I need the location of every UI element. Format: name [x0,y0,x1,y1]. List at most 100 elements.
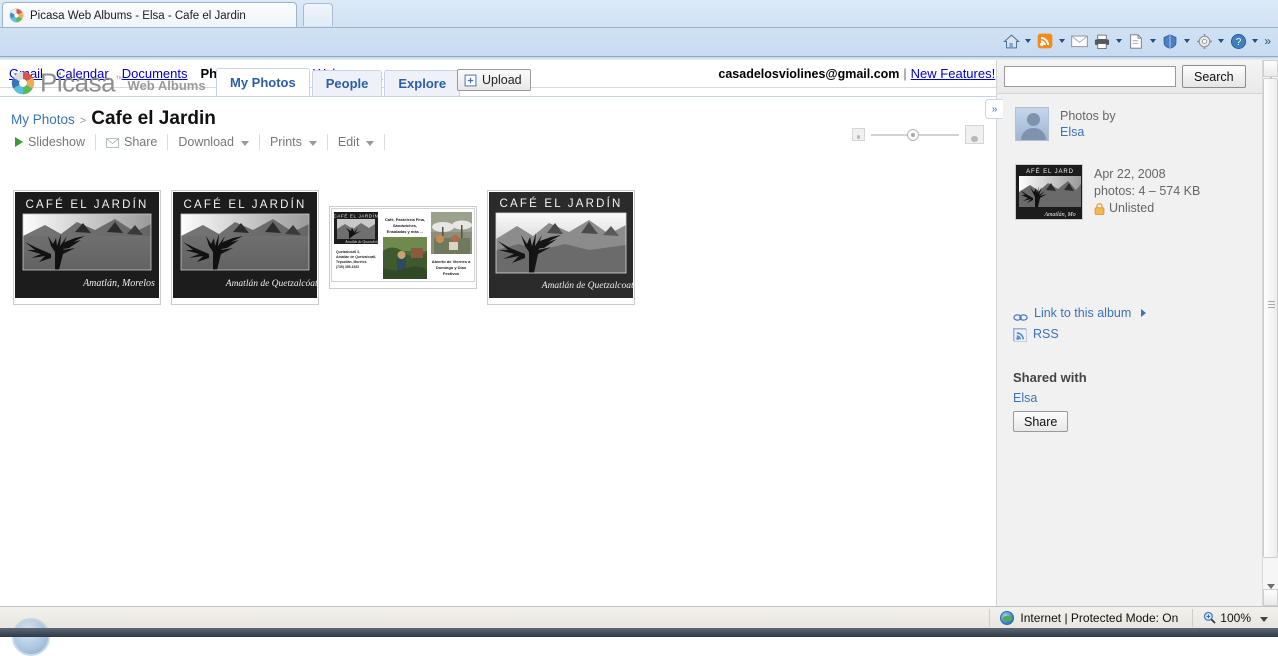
search-area: Search [997,60,1263,94]
sidebar-collapse-button[interactable]: » [985,99,1003,119]
album-owner-block: Photos by Elsa [1015,107,1116,141]
thumbnail-size-slider[interactable] [852,125,984,144]
envelope-icon [106,137,119,147]
feeds-dropdown-caret[interactable] [1056,31,1067,51]
home-button[interactable] [1000,30,1033,52]
slider-knob[interactable] [907,129,919,141]
owner-name-link[interactable]: Elsa [1060,124,1116,141]
shared-with-name[interactable]: Elsa [1013,390,1037,407]
chevron-down-icon [364,135,374,149]
breadcrumb: My Photos > Cafe el Jardin [11,108,216,130]
toolbar-overflow-button[interactable]: » [1261,34,1274,48]
tab-people[interactable]: People [312,70,383,96]
breadcrumb-my-photos[interactable]: My Photos [11,112,75,127]
rss-icon [1013,328,1026,341]
svg-text:CAFÉ EL JARDÍN: CAFÉ EL JARDÍN [25,198,148,211]
tab-my-photos[interactable]: My Photos [216,68,310,96]
browser-new-tab[interactable] [303,3,333,26]
chevron-down-icon[interactable] [1255,609,1268,627]
browser-tab-active[interactable]: Picasa Web Albums - Elsa - Cafe el Jardi… [2,2,297,28]
browser-toolbar-icons: ? » [1000,27,1274,55]
chevron-down-icon [307,135,317,149]
upload-icon [464,74,477,87]
slideshow-button[interactable]: Slideshow [11,132,95,152]
prints-label: Prints [270,135,302,149]
search-button[interactable]: Search [1182,65,1246,88]
chevron-down-icon [239,135,249,149]
album-sidebar: Search » Photos by Elsa AFÉ EL JARD Amat… [996,60,1262,606]
arrow-up-icon [1267,60,1275,78]
link-to-album[interactable]: Link to this album [1013,304,1146,322]
album-cover-thumbnail[interactable]: AFÉ EL JARD Amatlán, Mo [1015,164,1083,220]
help-dropdown-caret[interactable] [1249,31,1260,51]
rss-link[interactable]: RSS [1013,326,1059,343]
upload-button[interactable]: Upload [457,69,531,91]
start-button[interactable] [12,618,50,656]
photo-thumbnail-4[interactable]: CAFÉ EL JARDÍN Amatlán de Quetzalcoatl [487,190,635,305]
safety-button[interactable] [1159,30,1192,52]
feed-icon [1034,30,1056,52]
album-date: Apr 22, 2008 [1094,166,1200,183]
help-button[interactable]: ? [1227,30,1260,52]
tools-dropdown-caret[interactable] [1215,31,1226,51]
scrollbar-up-button[interactable] [1263,60,1278,77]
photo-thumbnail-3[interactable]: CAFÉ EL JARDÍN Amatlán de Quetzalcóatl Q… [329,206,477,289]
svg-text:Amatlán, Mo: Amatlán, Mo [1043,212,1075,218]
large-thumbnail-icon[interactable] [965,125,984,144]
tools-button[interactable] [1193,30,1226,52]
edit-label: Edit [338,135,360,149]
small-thumbnail-icon[interactable] [852,128,865,141]
page-button[interactable] [1125,30,1158,52]
zoom-control[interactable]: 100% [1192,609,1278,627]
photo-frame: CAFÉ EL JARDÍN Amatlán de Quetzalcoatl [487,190,635,305]
photo-frame: CAFÉ EL JARDÍN Amatlán de Quetzalcóatl Q… [329,206,477,289]
link-new-features[interactable]: New Features! [911,66,996,81]
print-button[interactable] [1091,30,1124,52]
tab-my-photos-label: My Photos [230,75,296,90]
picasa-favicon [9,8,24,23]
security-zone-indicator[interactable]: Internet | Protected Mode: On [989,609,1192,627]
page-scrollbar[interactable] [1262,60,1278,606]
status-bar: Internet | Protected Mode: On 100% [0,606,1278,628]
shared-with-title: Shared with [1013,370,1087,385]
safety-dropdown-caret[interactable] [1181,31,1192,51]
tools-icon [1193,30,1215,52]
svg-text:CAFÉ EL JARDÍN: CAFÉ EL JARDÍN [499,197,622,210]
picasa-logo[interactable]: Picasa™ Web Albums [10,66,206,96]
page-icon [1125,30,1147,52]
photo-thumbnail-2[interactable]: CAFÉ EL JARDÍN Amatlán de Quetzalcóatl [171,190,319,305]
svg-text:Quetzalcóatl 3,: Quetzalcóatl 3, [336,250,360,254]
download-button[interactable]: Download [168,132,259,152]
home-dropdown-caret[interactable] [1022,31,1033,51]
tab-people-label: People [326,76,369,91]
slider-track[interactable] [871,134,959,136]
share-button[interactable]: Share [96,132,167,152]
scrollbar-down-button[interactable] [1263,589,1278,606]
internet-zone-icon [1000,611,1014,625]
photos-by-label: Photos by [1060,108,1116,124]
page-dropdown-caret[interactable] [1147,31,1158,51]
slideshow-label: Slideshow [28,135,85,149]
prints-button[interactable]: Prints [260,132,327,152]
photo-grid: CAFÉ EL JARDÍN Amatlán, Morelos [13,190,635,305]
scrollbar-thumb[interactable] [1263,78,1278,558]
svg-text:Abierto de Viernes a: Abierto de Viernes a [432,259,471,264]
album-metadata: Apr 22, 2008 photos: 4 – 574 KB Unlisted [1094,164,1200,220]
edit-button[interactable]: Edit [328,132,385,152]
avatar[interactable] [1015,107,1049,141]
browser-chrome: Picasa Web Albums - Elsa - Cafe el Jardi… [0,0,1278,60]
sidebar-share-button[interactable]: Share [1013,411,1068,432]
search-input[interactable] [1004,66,1176,87]
feeds-button[interactable] [1034,30,1067,52]
photo-thumbnail-1[interactable]: CAFÉ EL JARDÍN Amatlán, Morelos [13,190,161,305]
tab-explore[interactable]: Explore [384,70,460,96]
svg-text:Amatlán de Quetzalcóatl: Amatlán de Quetzalcóatl [344,240,381,244]
picasa-wordmark-text: Picasa [40,68,115,98]
print-dropdown-caret[interactable] [1113,31,1124,51]
mail-button[interactable] [1068,30,1090,52]
browser-tab-title: Picasa Web Albums - Elsa - Cafe el Jardi… [30,10,246,22]
album-content-area: My Photos > Cafe el Jardin Slideshow Sha… [0,97,996,606]
svg-text:Café, Pastelería Fina,: Café, Pastelería Fina, [385,217,425,222]
rss-label: RSS [1033,326,1059,343]
page-title: Cafe el Jardin [91,108,216,130]
